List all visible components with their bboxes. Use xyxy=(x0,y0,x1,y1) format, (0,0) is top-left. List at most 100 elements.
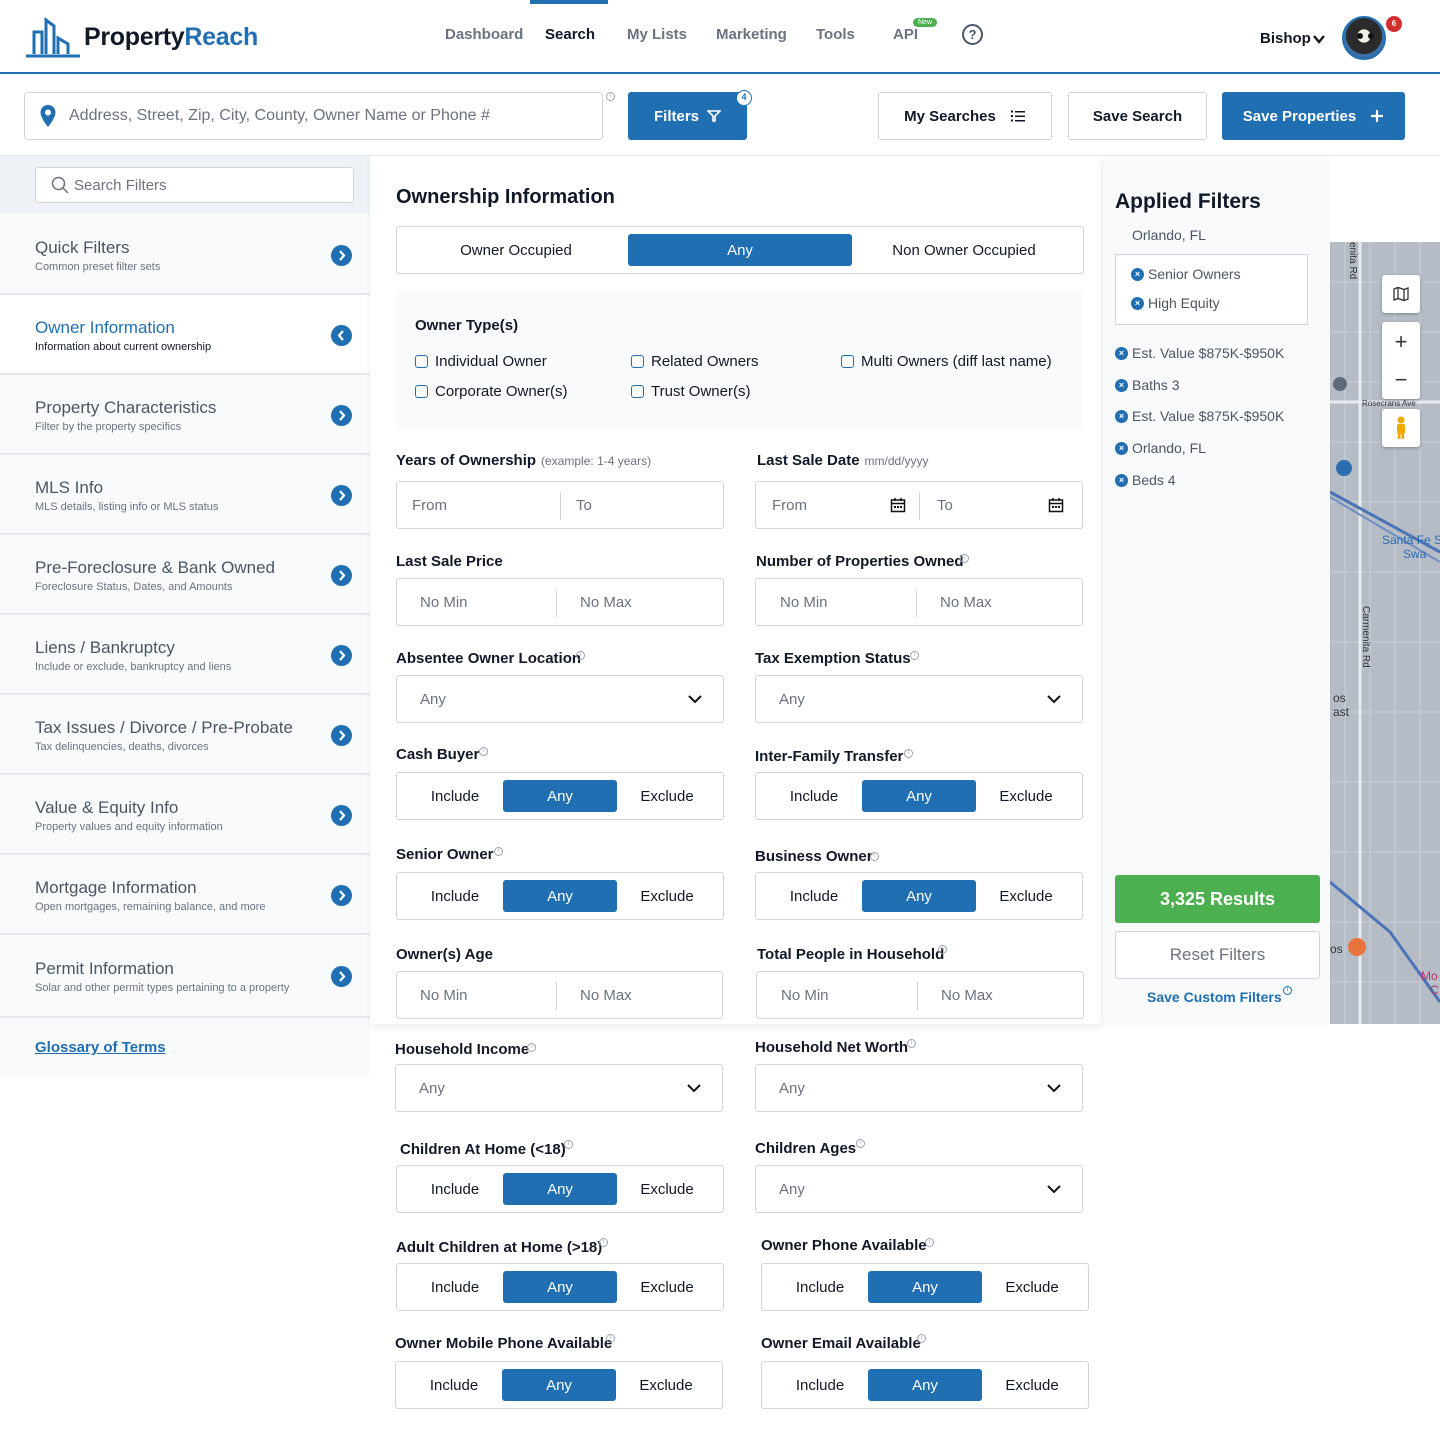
sidebar-item-quick-filters[interactable]: Quick Filters Common preset filter sets xyxy=(0,215,370,295)
applied-filter-chip[interactable]: × Est. Value $875K-$950K xyxy=(1115,345,1284,361)
any-option[interactable]: Any xyxy=(503,880,617,912)
info-icon[interactable]: i xyxy=(564,1140,573,1149)
chevron-right-icon[interactable] xyxy=(331,805,352,826)
chevron-right-icon[interactable] xyxy=(331,885,352,906)
include-option[interactable]: Include xyxy=(762,1369,878,1401)
include-option[interactable]: Include xyxy=(762,1271,878,1303)
filters-button[interactable]: Filters xyxy=(628,92,747,140)
my-searches-button[interactable]: My Searches xyxy=(878,92,1052,140)
info-icon[interactable]: i xyxy=(917,1334,926,1343)
chevron-left-icon[interactable] xyxy=(331,325,352,346)
calendar-icon[interactable] xyxy=(1048,497,1064,513)
num-properties-min-input[interactable]: No Min xyxy=(780,594,828,611)
exclude-option[interactable]: Exclude xyxy=(968,880,1084,912)
remove-icon[interactable]: × xyxy=(1131,296,1144,310)
info-icon[interactable]: i xyxy=(527,1043,536,1052)
info-icon[interactable]: i xyxy=(599,1238,608,1247)
any-option[interactable]: Any xyxy=(862,780,976,812)
info-icon[interactable]: i xyxy=(576,651,585,660)
remove-icon[interactable]: × xyxy=(1115,378,1128,392)
non-owner-occupied-option[interactable]: Non Owner Occupied xyxy=(852,234,1076,266)
include-option[interactable]: Include xyxy=(396,1369,512,1401)
user-menu[interactable]: Bishop xyxy=(1260,30,1311,47)
info-icon[interactable]: i xyxy=(870,852,879,861)
info-icon[interactable]: i xyxy=(606,92,615,101)
any-option[interactable]: Any xyxy=(503,1173,617,1205)
remove-icon[interactable]: × xyxy=(1115,473,1128,487)
zoom-in-button[interactable]: + xyxy=(1395,323,1408,361)
exclude-option[interactable]: Exclude xyxy=(609,880,725,912)
include-option[interactable]: Include xyxy=(756,880,872,912)
any-option[interactable]: Any xyxy=(503,780,617,812)
num-properties-max-input[interactable]: No Max xyxy=(940,594,992,611)
map[interactable]: + − enita Rd Rosecrans Ave Santa Fe S Sw… xyxy=(1330,242,1440,1024)
exclude-option[interactable]: Exclude xyxy=(974,1271,1090,1303)
individual-owner-checkbox[interactable]: Individual Owner xyxy=(415,353,547,370)
info-icon[interactable]: i xyxy=(479,747,488,756)
include-option[interactable]: Include xyxy=(397,1173,513,1205)
notification-badge[interactable]: 6 xyxy=(1386,16,1402,32)
address-search[interactable] xyxy=(24,92,603,140)
chevron-right-icon[interactable] xyxy=(331,966,352,987)
sidebar-item-mortgage-information[interactable]: Mortgage Information Open mortgages, rem… xyxy=(0,855,370,935)
info-icon[interactable]: i xyxy=(904,749,913,758)
sidebar-item-pre-foreclosure[interactable]: Pre-Foreclosure & Bank Owned Foreclosure… xyxy=(0,535,370,615)
nav-my-lists[interactable]: My Lists xyxy=(627,26,687,43)
avatar[interactable] xyxy=(1342,16,1386,60)
owner-age-min-input[interactable]: No Min xyxy=(420,987,468,1004)
applied-filter-chip[interactable]: × High Equity xyxy=(1131,295,1220,311)
sale-date-from-input[interactable]: From xyxy=(772,497,807,514)
applied-filter-chip[interactable]: × Est. Value $875K-$950K xyxy=(1115,408,1284,424)
logo[interactable]: PropertyReach xyxy=(24,16,258,58)
reset-filters-button[interactable]: Reset Filters xyxy=(1115,931,1320,979)
help-icon[interactable]: ? xyxy=(962,24,983,45)
sidebar-item-owner-information[interactable]: Owner Information Information about curr… xyxy=(0,295,370,375)
chevron-right-icon[interactable] xyxy=(331,565,352,586)
nav-search[interactable]: Search xyxy=(545,26,595,43)
remove-icon[interactable]: × xyxy=(1115,346,1128,360)
info-icon[interactable]: i xyxy=(856,1139,865,1148)
any-option[interactable]: Any xyxy=(862,880,976,912)
years-to-input[interactable]: To xyxy=(576,497,592,514)
household-people-max-input[interactable]: No Max xyxy=(941,987,993,1004)
exclude-option[interactable]: Exclude xyxy=(968,780,1084,812)
children-ages-select[interactable]: Any xyxy=(755,1165,1083,1213)
remove-icon[interactable]: × xyxy=(1115,409,1128,423)
applied-filter-chip[interactable]: × Beds 4 xyxy=(1115,472,1176,488)
exclude-option[interactable]: Exclude xyxy=(974,1369,1090,1401)
sidebar-item-liens-bankruptcy[interactable]: Liens / Bankruptcy Include or exclude, b… xyxy=(0,615,370,695)
multi-owners-checkbox[interactable]: Multi Owners (diff last name) xyxy=(841,353,1052,370)
include-option[interactable]: Include xyxy=(397,1271,513,1303)
search-filters-input[interactable]: Search Filters xyxy=(35,167,354,203)
exclude-option[interactable]: Exclude xyxy=(609,1173,725,1205)
chevron-right-icon[interactable] xyxy=(331,245,352,266)
include-option[interactable]: Include xyxy=(397,780,513,812)
glossary-link[interactable]: Glossary of Terms xyxy=(35,1039,166,1056)
nav-tools[interactable]: Tools xyxy=(816,26,855,43)
years-from-input[interactable]: From xyxy=(412,497,447,514)
household-people-min-input[interactable]: No Min xyxy=(781,987,829,1004)
include-option[interactable]: Include xyxy=(397,880,513,912)
any-occupancy-option[interactable]: Any xyxy=(628,234,852,266)
nav-marketing[interactable]: Marketing xyxy=(716,26,787,43)
chevron-right-icon[interactable] xyxy=(331,725,352,746)
include-option[interactable]: Include xyxy=(756,780,872,812)
info-icon[interactable]: i xyxy=(938,945,947,954)
nav-dashboard[interactable]: Dashboard xyxy=(445,26,523,43)
save-custom-filters-link[interactable]: Save Custom Filters xyxy=(1147,989,1282,1005)
net-worth-select[interactable]: Any xyxy=(755,1064,1083,1112)
map-layers-icon[interactable] xyxy=(1382,275,1420,313)
exclude-option[interactable]: Exclude xyxy=(608,1369,724,1401)
owner-occupied-option[interactable]: Owner Occupied xyxy=(404,234,628,266)
any-option[interactable]: Any xyxy=(868,1369,982,1401)
corporate-owner-checkbox[interactable]: Corporate Owner(s) xyxy=(415,383,568,400)
household-income-select[interactable]: Any xyxy=(395,1064,723,1112)
info-icon[interactable]: i xyxy=(960,554,969,563)
chevron-right-icon[interactable] xyxy=(331,645,352,666)
info-icon[interactable]: i xyxy=(910,651,919,660)
remove-icon[interactable]: × xyxy=(1131,267,1144,281)
sidebar-item-mls-info[interactable]: MLS Info MLS details, listing info or ML… xyxy=(0,455,370,535)
remove-icon[interactable]: × xyxy=(1115,441,1128,455)
tax-exemption-select[interactable]: Any xyxy=(755,675,1083,723)
sale-price-max-input[interactable]: No Max xyxy=(580,594,632,611)
